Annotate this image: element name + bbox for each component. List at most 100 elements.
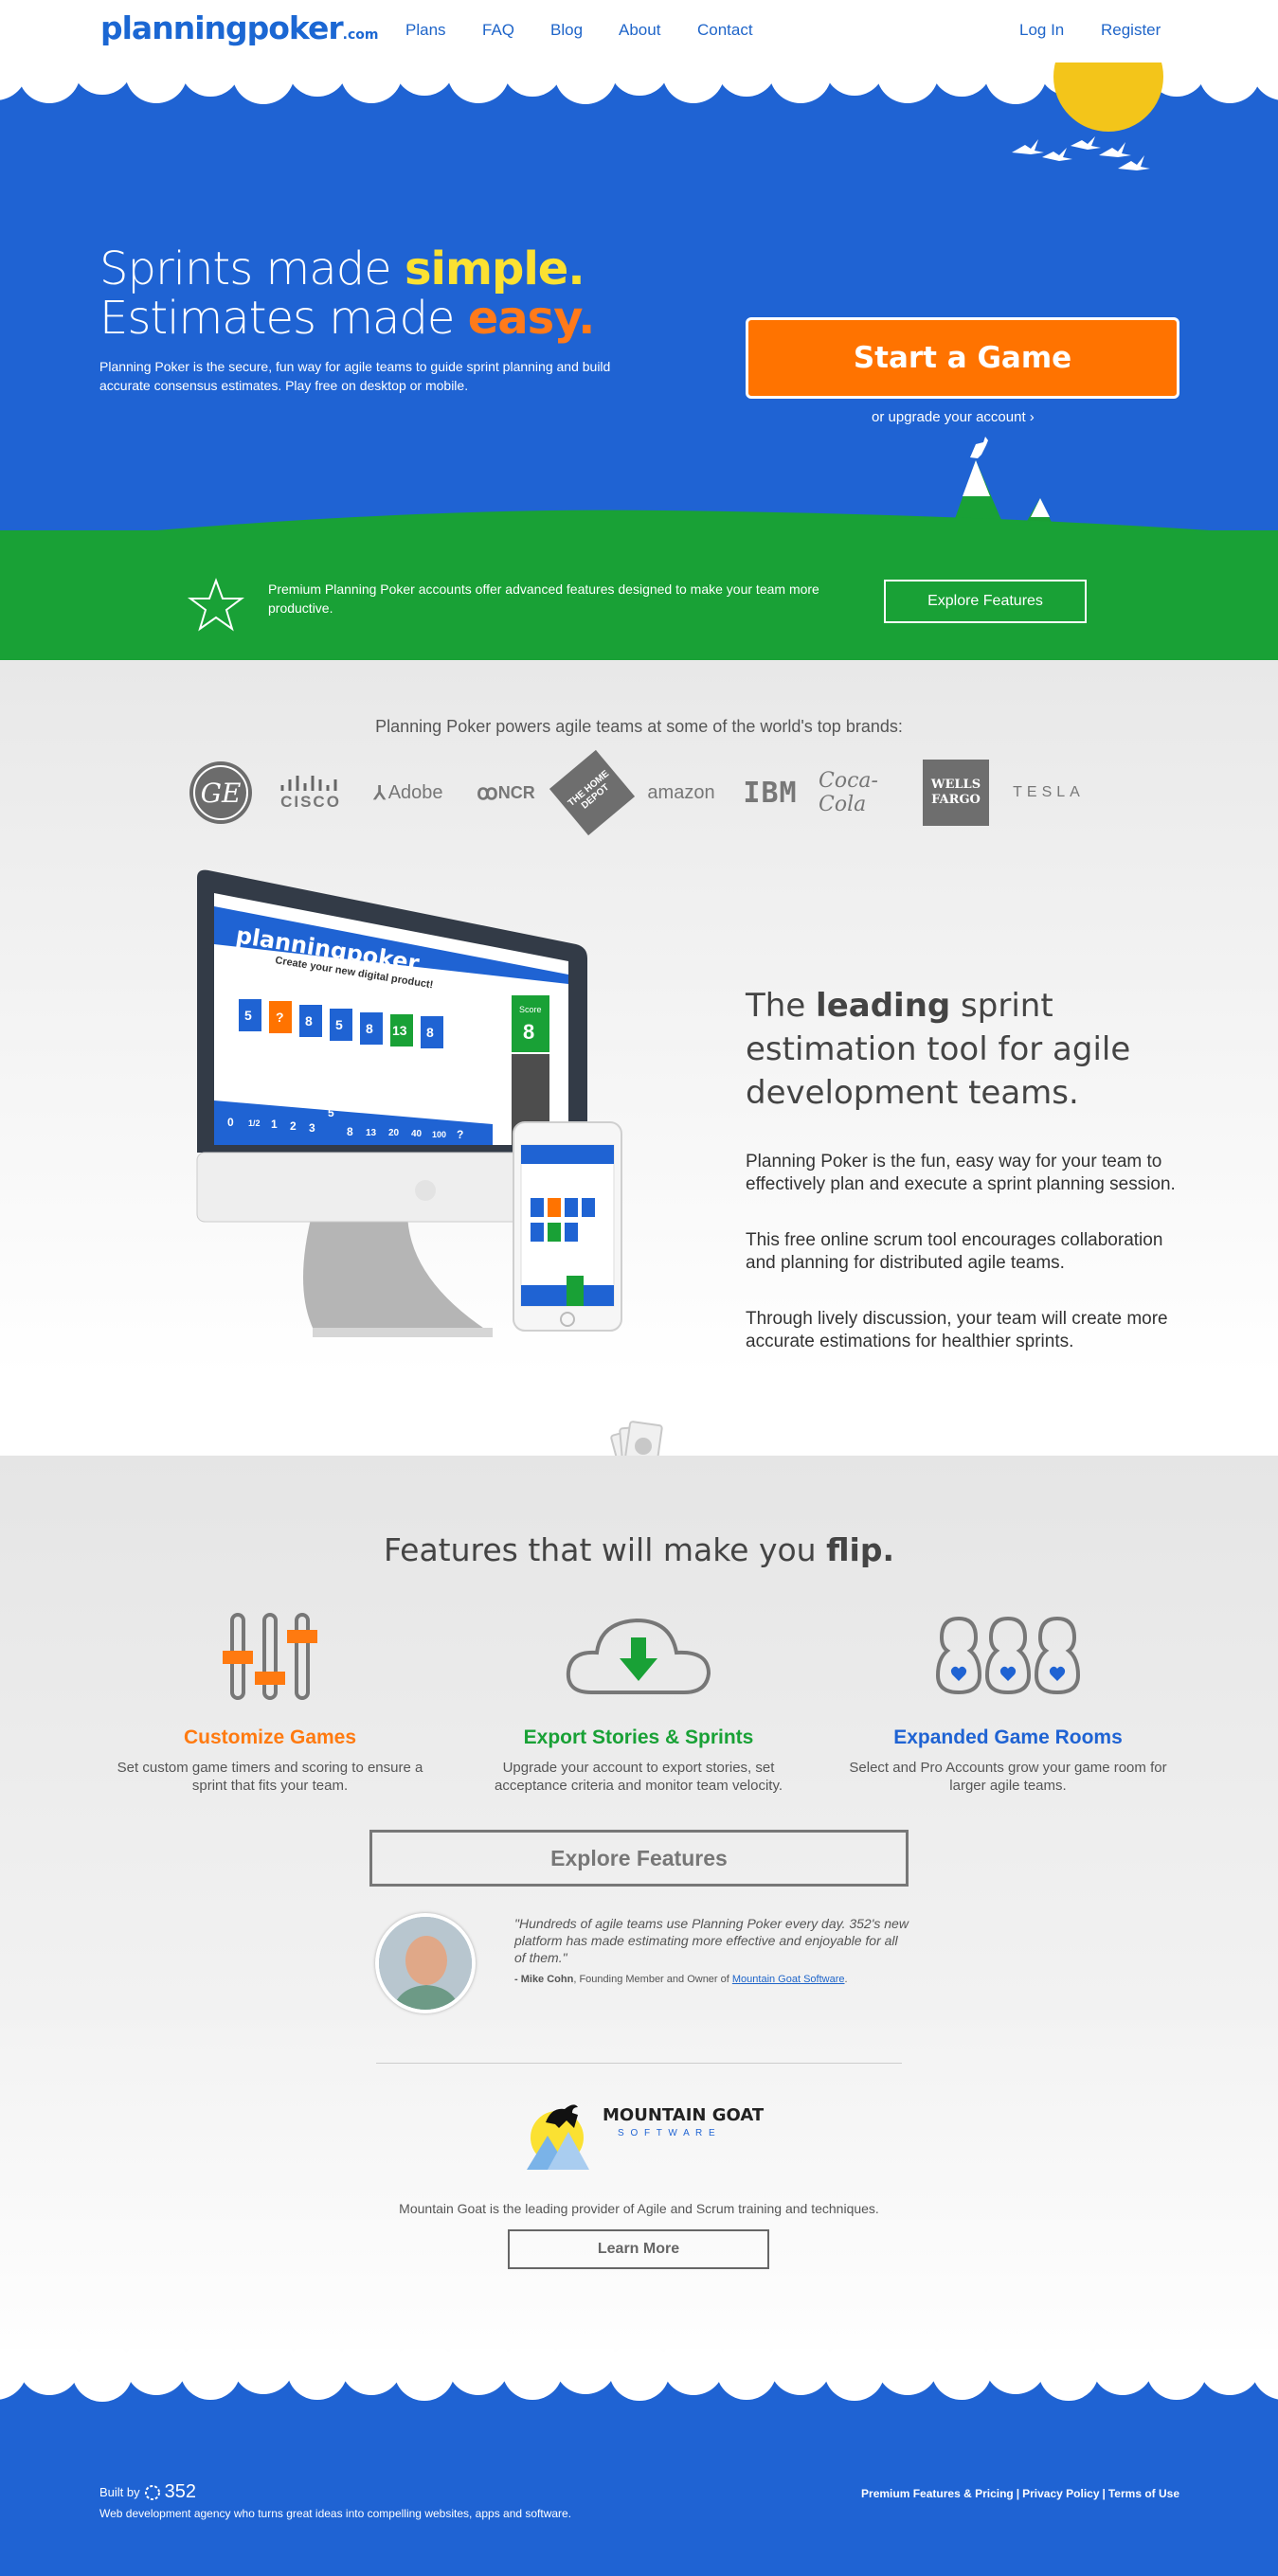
clouds-bottom-decoration	[0, 2349, 1278, 2402]
intro-paragraph-1: Planning Poker is the fun, easy way for …	[746, 1152, 1176, 1194]
hero-description: Planning Poker is the secure, fun way fo…	[99, 359, 611, 393]
brand-logo-cisco: CISCO	[275, 760, 347, 826]
features-heading-bold: flip.	[826, 1531, 895, 1568]
brand-logo-ncr: ꝏ NCR	[470, 760, 542, 826]
mockup-deck-2: 1	[271, 1118, 278, 1131]
testimonial-avatar	[375, 1913, 476, 2013]
brand-cisco-text: CISCO	[280, 793, 341, 811]
brand-logo-homedepot: THE HOME DEPOT	[549, 749, 636, 836]
mockup-deck-4: 3	[309, 1121, 315, 1135]
mockup-card-6: 8	[426, 1025, 434, 1040]
cloud-download-icon	[566, 1618, 711, 1694]
nav-link-contact[interactable]: Contact	[697, 21, 753, 40]
nav-link-blog[interactable]: Blog	[550, 21, 583, 40]
mockup-deck-5: 5	[328, 1106, 334, 1119]
mockup-deck-6: 8	[347, 1125, 353, 1138]
logo-suffix: .com	[342, 27, 379, 43]
hero-headline-line-1: Sprints made simple.	[99, 242, 585, 295]
mockup-deck-9: 40	[411, 1129, 423, 1139]
intro-heading-pre: The	[746, 987, 817, 1025]
start-game-button[interactable]: Start a Game	[746, 317, 1179, 399]
feature-desc-export: Upgrade your account to export stories, …	[494, 1760, 783, 1794]
hero-line2-highlight: easy.	[467, 292, 596, 345]
brand-tesla-text: TESLA	[1013, 784, 1085, 800]
brand-cocacola-text: Coca-Cola	[819, 769, 878, 816]
feature-title-export: Export Stories & Sprints	[523, 1726, 754, 1748]
feature-title-rooms: Expanded Game Rooms	[893, 1726, 1123, 1748]
brand-ibm-text: IBM	[743, 776, 798, 810]
logo-text: planningpoker	[100, 9, 344, 46]
mockup-card-5: 13	[392, 1023, 407, 1038]
ncr-mark-icon: ꝏ	[477, 780, 498, 804]
footer: Built by 352 Web development agency who …	[0, 2349, 1278, 2576]
intro-heading-bold: leading	[816, 987, 951, 1025]
intro-heading: The leading sprint estimation tool for a…	[746, 984, 1181, 1115]
top-nav: planningpoker.com Plans FAQ Blog About C…	[0, 0, 1278, 63]
brand-amazon-text: amazon	[647, 781, 715, 803]
footer-credits: Built by 352 Web development agency who …	[99, 2481, 571, 2520]
brand-logo-amazon: amazon	[642, 760, 720, 826]
login-link[interactable]: Log In	[1019, 21, 1064, 40]
footer-link-terms[interactable]: Terms of Use	[1108, 2487, 1179, 2500]
site-logo[interactable]: planningpoker.com	[100, 9, 378, 46]
mountain-goat-subtitle: S O F T W A R E	[618, 2128, 717, 2138]
users-icon	[935, 1616, 1081, 1695]
person-portrait-icon	[379, 1917, 472, 2010]
nav-link-about[interactable]: About	[619, 21, 660, 40]
mockup-score-label: Score	[519, 1005, 542, 1014]
mockup-card-4: 8	[366, 1021, 373, 1036]
brand-logo-adobe: ⅄ Adobe	[364, 760, 453, 826]
feature-desc-rooms: Select and Pro Accounts grow your game r…	[849, 1760, 1167, 1794]
mockup-deck-7: 13	[366, 1128, 377, 1138]
nav-link-plans[interactable]: Plans	[405, 21, 446, 40]
footer-link-privacy[interactable]: Privacy Policy	[1022, 2487, 1099, 2500]
feature-customize-games: Customize Games Set custom game timers a…	[99, 1613, 441, 1795]
mountain-goat-logo: MOUNTAIN GOAT S O F T W A R E	[519, 2088, 765, 2174]
mountain-goat-link[interactable]: Mountain Goat Software	[732, 1974, 845, 1985]
hero-line2-text: Estimates made	[99, 292, 468, 345]
brand-homedepot-text: THE HOME DEPOT	[549, 749, 636, 836]
footer-links: Premium Features & Pricing | Privacy Polic…	[861, 2487, 1179, 2500]
mountain-goat-mark-icon	[527, 2104, 589, 2170]
feature-export-stories: Export Stories & Sprints Upgrade your ac…	[468, 1615, 809, 1795]
explore-features-hero-button[interactable]: Explore Features	[884, 580, 1087, 623]
built-by-label: Built by	[99, 2485, 140, 2499]
agency-description: Web development agency who turns great i…	[99, 2507, 572, 2520]
mockup-card-0: 5	[244, 1008, 252, 1023]
feature-title-customize: Customize Games	[183, 1726, 357, 1748]
brand-logo-ge: GE	[186, 760, 256, 826]
brand-logo-tesla: TESLA	[1006, 760, 1091, 826]
nav-link-faq[interactable]: FAQ	[482, 21, 514, 40]
brand-logo-wellsfargo: WELLS FARGO	[923, 760, 989, 826]
testimonial-author-role: , Founding Member and Owner of	[573, 1974, 732, 1985]
footer-separator: |	[1016, 2487, 1020, 2500]
footer-link-premium[interactable]: Premium Features & Pricing	[861, 2487, 1014, 2500]
brand-logo-cocacola: Coca-Cola	[819, 760, 904, 826]
mockup-card-2: 8	[305, 1013, 313, 1029]
mockup-deck-8: 20	[388, 1128, 400, 1138]
mockup-score-value: 8	[523, 1020, 534, 1044]
footer-separator: |	[1102, 2487, 1106, 2500]
brand-ncr-text: NCR	[497, 782, 535, 802]
feature-expanded-rooms: Expanded Game Rooms Select and Pro Accou…	[837, 1615, 1179, 1795]
testimonial-author-name: - Mike Cohn	[514, 1974, 574, 1985]
mountain-goat-description: Mountain Goat is the leading provider of…	[399, 2201, 879, 2216]
register-link[interactable]: Register	[1101, 21, 1161, 40]
agency-ring-icon	[144, 2484, 160, 2500]
mockup-card-3: 5	[335, 1017, 343, 1032]
testimonial-author-end: .	[844, 1974, 848, 1985]
intro-paragraph-2: This free online scrum tool encourages c…	[746, 1230, 1163, 1273]
learn-more-button[interactable]: Learn More	[508, 2229, 769, 2269]
mockup-deck-1: 1/2	[248, 1118, 261, 1128]
testimonial-author: - Mike Cohn, Founding Member and Owner o…	[514, 1974, 912, 1985]
device-mockup-illustration: planningpoker Create your new digital pr…	[196, 869, 622, 1337]
hero-line1-text: Sprints made	[99, 242, 405, 295]
brands-section: Planning Poker powers agile teams at som…	[0, 660, 1278, 1478]
star-outline-icon	[188, 578, 244, 632]
built-by[interactable]: Built by 352	[99, 2481, 571, 2503]
sun-with-birds-icon	[1012, 63, 1163, 170]
explore-features-button[interactable]: Explore Features	[369, 1830, 909, 1887]
adobe-mark-icon: ⅄	[373, 782, 386, 804]
mockup-deck-11: ?	[457, 1128, 463, 1141]
brand-wellsfargo-text: WELLS FARGO	[923, 760, 989, 826]
